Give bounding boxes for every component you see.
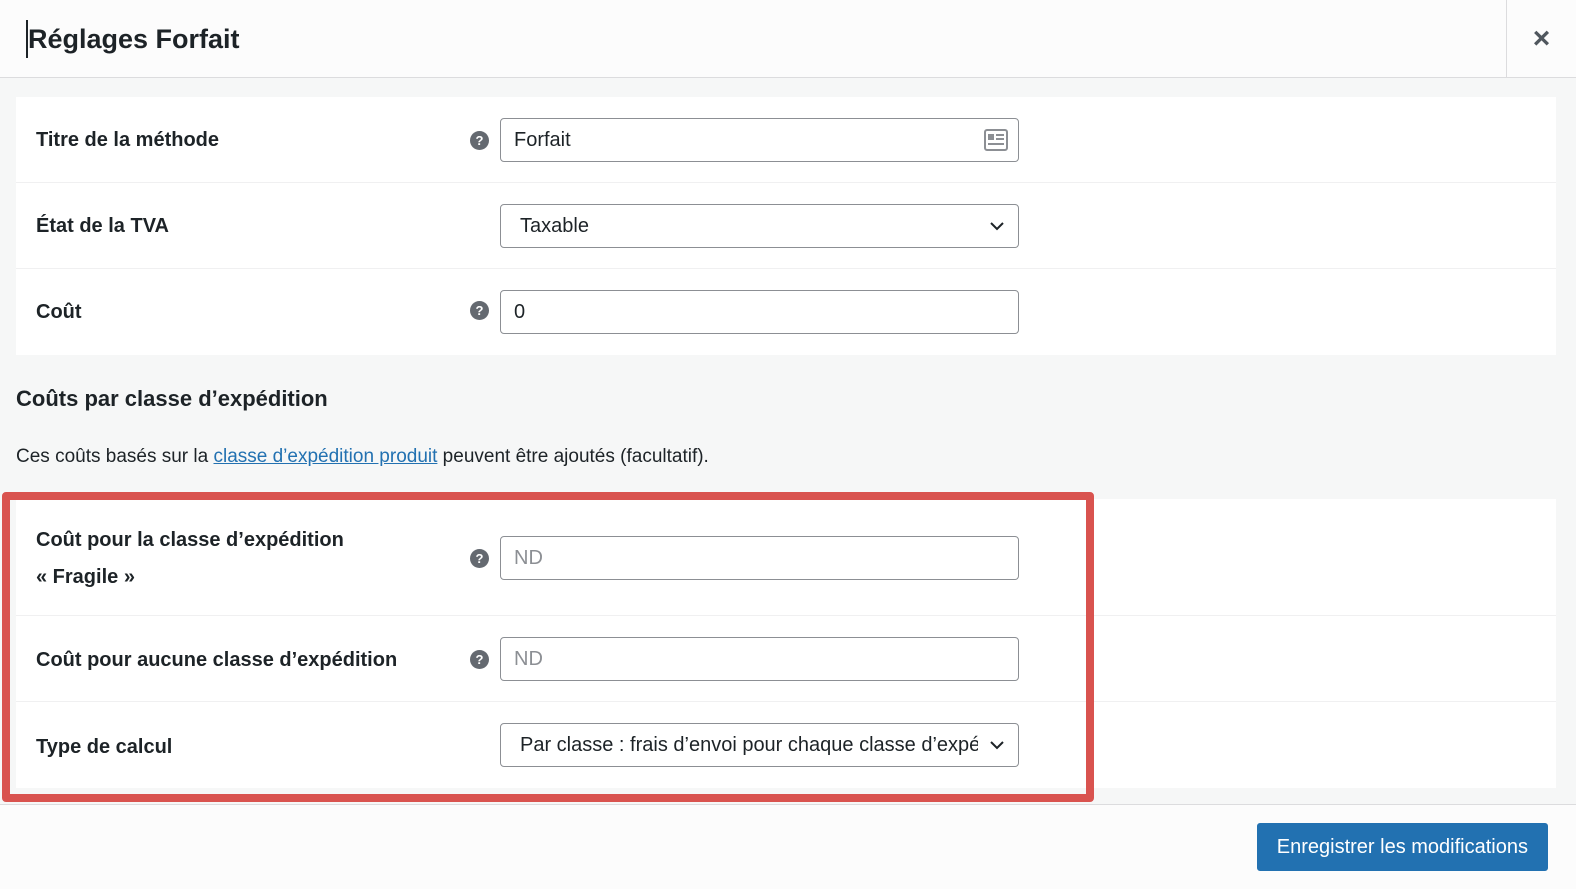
modal-title: Réglages Forfait [26, 20, 240, 58]
setting-row-tax-status: État de la TVA Taxable [16, 183, 1556, 269]
setting-row-fragile-cost: Coût pour la classe d’expédition « Fragi… [16, 499, 1556, 616]
modal-header: Réglages Forfait × [0, 0, 1576, 78]
class-costs-table: Coût pour la classe d’expédition « Fragi… [16, 499, 1556, 788]
setting-row-method-title: Titre de la méthode ? Forfait [16, 97, 1556, 183]
cost-label: Coût [36, 301, 82, 323]
setting-row-no-class-cost: Coût pour aucune classe d’expédition ? N… [16, 616, 1556, 702]
setting-row-cost: Coût ? 0 [16, 269, 1556, 355]
help-icon[interactable]: ? [470, 650, 489, 669]
help-icon[interactable]: ? [470, 549, 489, 568]
section-description: Ces coûts basés sur la classe d’expéditi… [16, 446, 709, 467]
fragile-cost-input[interactable]: ND [500, 536, 1019, 580]
no-class-cost-label: Coût pour aucune classe d’expédition [36, 649, 398, 671]
save-button[interactable]: Enregistrer les modifications [1256, 823, 1548, 871]
method-title-label: Titre de la méthode [36, 129, 220, 151]
help-icon[interactable]: ? [470, 131, 489, 150]
cost-input[interactable]: 0 [500, 290, 1019, 334]
contact-card-icon[interactable] [984, 129, 1008, 151]
setting-row-calculation-type: Type de calcul Par classe : frais d’envo… [16, 702, 1556, 788]
method-title-input[interactable]: Forfait [500, 118, 1019, 162]
chevron-down-icon [990, 741, 1004, 750]
close-button[interactable]: × [1506, 0, 1576, 77]
fragile-cost-label-line1: Coût pour la classe d’expédition [36, 529, 344, 551]
calculation-type-label: Type de calcul [36, 736, 173, 758]
section-heading: Coûts par classe d’expédition [16, 386, 328, 411]
chevron-down-icon [990, 222, 1004, 231]
general-settings-table: Titre de la méthode ? Forfait État de la… [16, 97, 1556, 355]
tax-status-select[interactable]: Taxable [500, 204, 1019, 248]
shipping-class-link[interactable]: classe d’expédition produit [213, 446, 437, 467]
calculation-type-select[interactable]: Par classe : frais d’envoi pour chaque c… [500, 723, 1019, 767]
tax-status-label: État de la TVA [36, 215, 169, 237]
help-icon[interactable]: ? [470, 301, 489, 320]
fragile-cost-label-line2: « Fragile » [36, 566, 135, 588]
no-class-cost-input[interactable]: ND [500, 637, 1019, 681]
modal-footer: Enregistrer les modifications [0, 804, 1576, 889]
close-icon: × [1532, 21, 1551, 55]
